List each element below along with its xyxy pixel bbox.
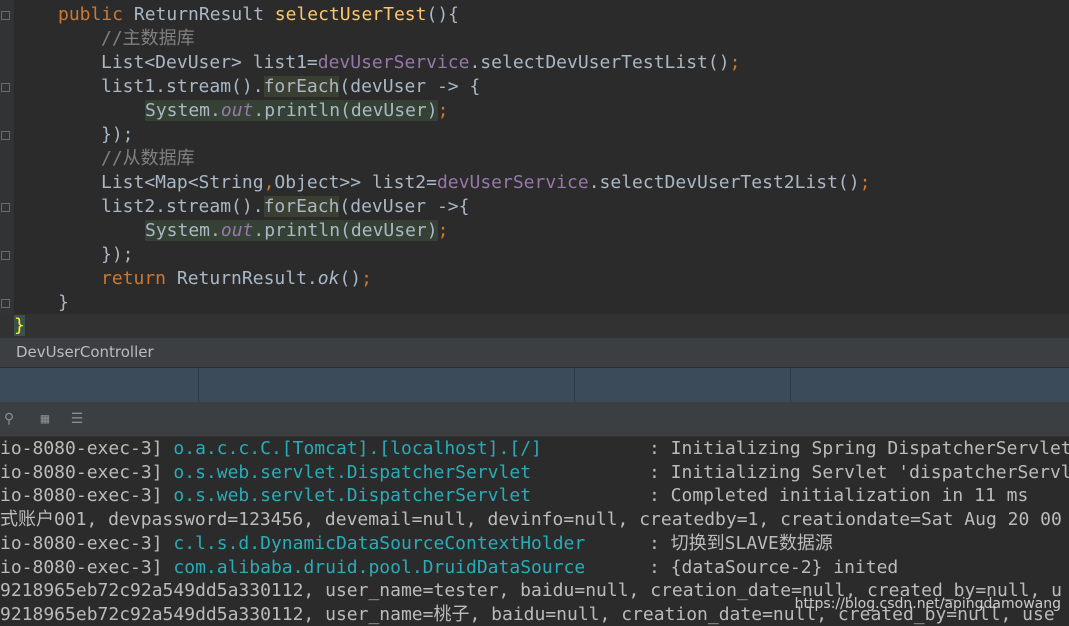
matched-brace: } — [14, 315, 25, 336]
tab-divider — [790, 368, 791, 403]
filter-icon[interactable]: ☰ — [68, 410, 86, 428]
fold-marker-icon[interactable] — [1, 299, 10, 308]
code-line: System.out.println(devUser); — [145, 220, 449, 241]
code-comment: //从数据库 — [101, 148, 195, 169]
tab-divider — [574, 368, 575, 403]
fold-marker-icon[interactable] — [1, 11, 10, 20]
editor-breadcrumb: DevUserController — [0, 338, 1069, 367]
fold-marker-icon[interactable] — [1, 83, 10, 92]
code-line: }); — [101, 244, 134, 265]
code-line: public ReturnResult selectUserTest(){ — [58, 4, 459, 25]
run-tabs-bar — [0, 367, 1069, 403]
code-line: }); — [101, 124, 134, 145]
log-line: io-8080-exec-3] o.s.web.servlet.Dispatch… — [0, 462, 1069, 483]
code-comment: //主数据库 — [101, 28, 195, 49]
file-name-label[interactable]: DevUserController — [16, 343, 154, 361]
log-line: 式账户001, devpassword=123456, devemail=nul… — [0, 509, 1062, 530]
code-editor[interactable]: public ReturnResult selectUserTest(){ //… — [0, 0, 1069, 338]
watermark: https://blog.csdn.net/apingdamowang — [794, 596, 1061, 612]
fold-marker-icon[interactable] — [1, 131, 10, 140]
tab-divider — [198, 368, 199, 403]
table-icon[interactable]: ▦ — [36, 410, 54, 428]
code-line-current: } — [0, 314, 1069, 338]
code-line: list2.stream().forEach(devUser ->{ — [101, 196, 470, 217]
log-line: io-8080-exec-3] com.alibaba.druid.pool.D… — [0, 557, 899, 578]
editor-gutter — [0, 0, 14, 338]
log-line: io-8080-exec-3] c.l.s.d.DynamicDataSourc… — [0, 533, 833, 554]
pin-icon[interactable]: ⚲ — [0, 410, 18, 428]
fold-marker-icon[interactable] — [1, 203, 10, 212]
code-line: List<Map<String,Object>> list2=devUserSe… — [101, 172, 871, 193]
log-line: io-8080-exec-3] o.a.c.c.C.[Tomcat].[loca… — [0, 438, 1069, 459]
code-line: List<DevUser> list1=devUserService.selec… — [101, 52, 741, 73]
code-line: System.out.println(devUser); — [145, 100, 449, 121]
code-line: return ReturnResult.ok(); — [101, 268, 372, 289]
code-line: } — [58, 292, 69, 313]
code-line: list1.stream().forEach(devUser -> { — [101, 76, 481, 97]
console-toolbar: ⚲ ▦ ☰ — [0, 402, 1069, 437]
log-line: io-8080-exec-3] o.s.web.servlet.Dispatch… — [0, 485, 1029, 506]
fold-marker-icon[interactable] — [1, 251, 10, 260]
